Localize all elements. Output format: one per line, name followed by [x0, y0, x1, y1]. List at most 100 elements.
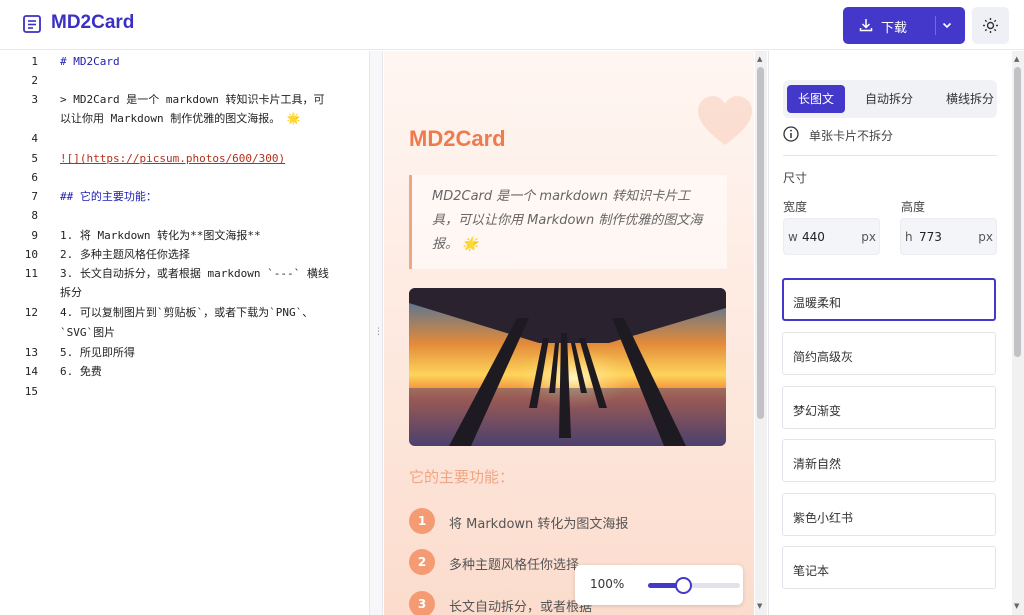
theme-toggle-button[interactable] [972, 7, 1009, 44]
settings-panel: 长图文 自动拆分 横线拆分 单张卡片不拆分 尺寸 宽度 高度 w 440 px … [768, 51, 1024, 615]
app-title: MD2Card [51, 12, 135, 33]
theme-option[interactable]: 笔记本 [782, 546, 996, 589]
width-label: 宽度 [783, 200, 808, 214]
editor-line: 5 ![](https://picsum.photos/600/300) [0, 149, 370, 168]
code-text: # MD2Card [60, 55, 120, 68]
card-preview-pane: MD2Card MD2Card 是一个 markdown 转知识卡片工具，可以让… [384, 51, 754, 615]
editor-line: 13 5. 所见即所得 [0, 343, 370, 362]
editor-line: 3 > MD2Card 是一个 markdown 转知识卡片工具，可 [0, 90, 370, 109]
image-link-text[interactable]: ![](https://picsum.photos/600/300) [60, 149, 285, 168]
feature-number: 1 [409, 508, 435, 534]
sun-icon [983, 18, 998, 33]
preview-scrollbar[interactable]: ▲ ▼ [755, 51, 767, 615]
height-unit: px [978, 230, 993, 244]
code-text: 拆分 [60, 286, 82, 299]
feature-number: 3 [409, 591, 435, 615]
editor-line: 14 6. 免费 [0, 362, 370, 381]
width-input[interactable]: w 440 px [783, 218, 880, 255]
feature-text: 将 Markdown 转化为图文海报 [449, 517, 629, 532]
download-button[interactable]: 下载 [843, 7, 965, 44]
editor-line: 1 # MD2Card [0, 52, 370, 71]
line-number: 11 [24, 267, 38, 280]
code-text: 2. 多种主题风格任你选择 [60, 248, 190, 261]
editor-line: 拆分 [0, 283, 370, 302]
line-number: 2 [31, 74, 38, 87]
card-quote: MD2Card 是一个 markdown 转知识卡片工具，可以让你用 Markd… [409, 175, 727, 269]
tab-auto-split[interactable]: 自动拆分 [865, 85, 913, 113]
scroll-up-icon[interactable]: ▲ [1014, 55, 1019, 63]
zoom-slider-thumb[interactable] [674, 577, 692, 594]
download-icon [859, 19, 873, 32]
theme-option[interactable]: 清新自然 [782, 439, 996, 482]
zoom-level: 100% [590, 577, 625, 591]
pier-sunset-photo [409, 288, 726, 446]
theme-option[interactable]: 温暖柔和 [782, 278, 996, 321]
code-text: > MD2Card 是一个 markdown 转知识卡片工具，可 [60, 93, 325, 106]
line-number: 4 [31, 132, 38, 145]
scroll-down-icon[interactable]: ▼ [757, 602, 762, 610]
code-text: 3. 长文自动拆分，或者根据 markdown `---` 横线 [60, 267, 329, 280]
line-number: 5 [31, 152, 38, 165]
markdown-doc-icon [23, 15, 41, 33]
heart-icon [698, 96, 752, 145]
tab-long-image[interactable]: 长图文 [787, 85, 846, 113]
code-text: 1. 将 Markdown 转化为**图文海报** [60, 229, 261, 242]
code-text: `SVG`图片 [60, 326, 116, 339]
editor-line: 12 4. 可以复制图片到`剪贴板`，或者下载为`PNG`、 [0, 303, 370, 322]
scroll-down-icon[interactable]: ▼ [1014, 602, 1019, 610]
editor-line: 以让你用 Markdown 制作优雅的图文海报。 🌟 [0, 109, 370, 128]
preview-card: MD2Card MD2Card 是一个 markdown 转知识卡片工具，可以让… [384, 51, 754, 615]
scroll-up-icon[interactable]: ▲ [757, 55, 762, 63]
scrollbar-thumb[interactable] [757, 67, 764, 419]
line-number: 1 [31, 55, 38, 68]
feature-number: 2 [409, 549, 435, 575]
height-label: 高度 [901, 200, 926, 214]
drag-handle-icon[interactable]: ⋮ [374, 327, 383, 337]
tab-hr-split[interactable]: 横线拆分 [946, 85, 994, 113]
section-title: 它的主要功能： [409, 468, 515, 486]
code-text: 以让你用 Markdown 制作优雅的图文海报。 🌟 [60, 112, 301, 125]
editor-line: 15 [0, 382, 370, 401]
code-text: 5. 所见即所得 [60, 346, 135, 359]
line-number: 6 [31, 171, 38, 184]
app-header: MD2Card 下载 [0, 0, 1024, 50]
code-text: 6. 免费 [60, 365, 102, 378]
chevron-down-icon[interactable] [940, 18, 954, 32]
split-mode-tabs: 长图文 自动拆分 横线拆分 [783, 80, 997, 118]
theme-option[interactable]: 紫色小红书 [782, 493, 996, 536]
line-number: 3 [31, 93, 38, 106]
line-number: 9 [31, 229, 38, 242]
zoom-slider[interactable] [648, 577, 740, 594]
info-icon [783, 126, 799, 142]
markdown-editor[interactable]: 1 # MD2Card 2 3 > MD2Card 是一个 markdown 转… [0, 51, 370, 615]
pane-splitter[interactable]: ⋮ [369, 51, 383, 615]
line-number: 15 [24, 385, 38, 398]
line-number: 12 [24, 306, 38, 319]
download-label: 下载 [881, 21, 908, 36]
code-text: ## 它的主要功能： [60, 190, 157, 203]
editor-line: 7 ## 它的主要功能： [0, 187, 370, 206]
card-title: MD2Card [409, 126, 506, 151]
width-value[interactable]: 440 [802, 230, 825, 244]
theme-option[interactable]: 梦幻渐变 [782, 386, 996, 429]
editor-line: 4 [0, 129, 370, 148]
editor-line: 11 3. 长文自动拆分，或者根据 markdown `---` 横线 [0, 264, 370, 283]
height-input[interactable]: h 773 px [900, 218, 997, 255]
feature-item: 1 将 Markdown 转化为图文海报 [409, 508, 709, 536]
code-text: 4. 可以复制图片到`剪贴板`，或者下载为`PNG`、 [60, 306, 314, 319]
line-number: 13 [24, 346, 38, 359]
editor-line: 10 2. 多种主题风格任你选择 [0, 245, 370, 264]
width-prefix: w [788, 230, 798, 244]
line-number: 14 [24, 365, 38, 378]
height-value[interactable]: 773 [919, 230, 942, 244]
button-divider [935, 16, 936, 35]
theme-option[interactable]: 简约高级灰 [782, 332, 996, 375]
height-prefix: h [905, 230, 913, 244]
divider [783, 155, 997, 156]
info-text: 单张卡片不拆分 [809, 129, 894, 143]
scrollbar-thumb[interactable] [1014, 67, 1021, 357]
editor-line: 8 [0, 206, 370, 225]
line-number: 8 [31, 209, 38, 222]
editor-line: 2 [0, 71, 370, 90]
settings-scrollbar[interactable]: ▲ ▼ [1012, 51, 1024, 615]
